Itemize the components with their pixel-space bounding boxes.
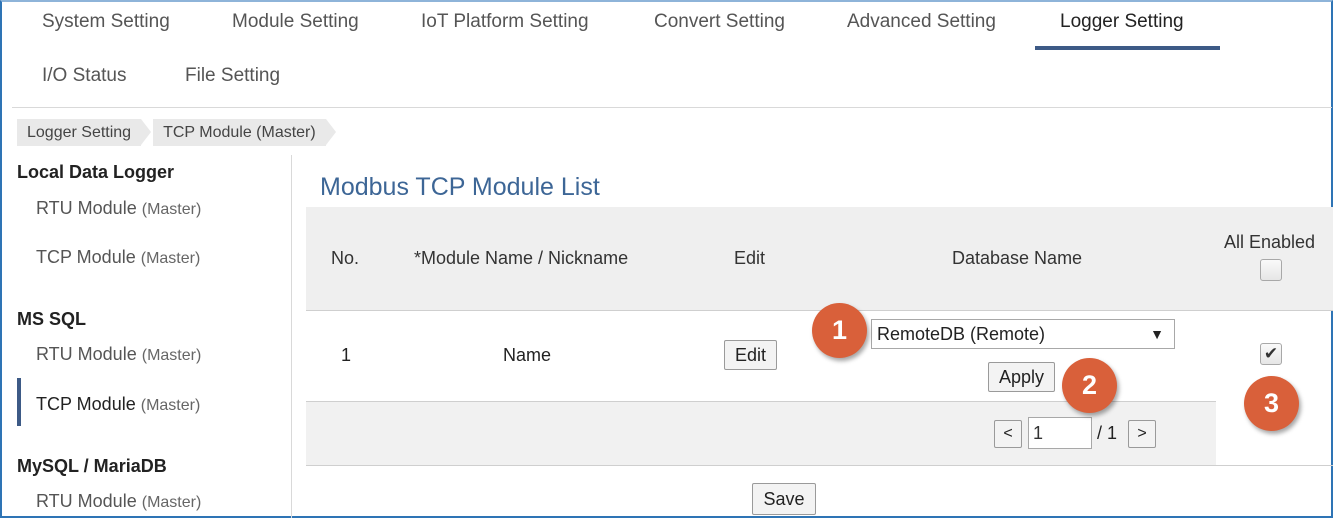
sidebar-item-mysql-rtu[interactable]: RTU Module (Master) [36, 491, 201, 512]
sidebar-group-local-data-logger: Local Data Logger [17, 162, 175, 182]
sidebar-item-label: TCP Module [36, 394, 136, 414]
divider [12, 107, 1332, 108]
row-number: 1 [341, 345, 352, 365]
tab-convert-setting[interactable]: Convert Setting [654, 11, 785, 33]
sidebar-item-sublabel: (Master) [140, 397, 201, 414]
page-number-input[interactable]: 1 [1028, 417, 1092, 449]
row-module-name: Name [503, 345, 552, 365]
sidebar-item-sublabel: (Master) [141, 201, 202, 218]
prev-page-button[interactable]: < [994, 420, 1022, 448]
sidebar: Local Data Logger RTU Module (Master) TC… [17, 155, 292, 518]
caret-down-icon: ▼ [1150, 326, 1164, 342]
page-title: Modbus TCP Module List [320, 173, 600, 201]
tab-system-setting[interactable]: System Setting [42, 11, 170, 33]
sidebar-item-label: RTU Module [36, 344, 137, 364]
column-header-edit: Edit [734, 248, 766, 268]
sidebar-active-indicator [17, 378, 21, 426]
tab-logger-setting[interactable]: Logger Setting [1060, 11, 1184, 33]
breadcrumb: Logger Setting TCP Module (Master) [17, 119, 338, 146]
sidebar-group-mysql-mariadb: MySQL / MariaDB [17, 456, 167, 476]
sidebar-item-mssql-tcp[interactable]: TCP Module (Master) [36, 394, 200, 415]
step-badge-3: 3 [1244, 376, 1299, 431]
tab-module-setting[interactable]: Module Setting [232, 11, 359, 33]
breadcrumb-tcp-module[interactable]: TCP Module (Master) [153, 119, 336, 146]
database-select[interactable]: RemoteDB (Remote) ▼ [871, 319, 1175, 349]
sidebar-item-sublabel: (Master) [141, 494, 202, 511]
active-tab-indicator [1035, 46, 1220, 50]
sidebar-item-sublabel: (Master) [141, 347, 202, 364]
page-total-label: / 1 [1097, 423, 1118, 443]
all-enabled-checkbox[interactable] [1260, 259, 1282, 281]
edit-button[interactable]: Edit [724, 340, 777, 370]
checkmark-icon: ✔ [1263, 344, 1279, 363]
sidebar-item-label: RTU Module [36, 491, 137, 511]
column-header-database-name: Database Name [952, 248, 1083, 268]
sidebar-item-label: RTU Module [36, 198, 137, 218]
sidebar-item-local-rtu[interactable]: RTU Module (Master) [36, 198, 201, 219]
column-header-no: No. [331, 248, 360, 268]
sidebar-item-mssql-rtu[interactable]: RTU Module (Master) [36, 344, 201, 365]
tab-bar: System Setting Module Setting IoT Platfo… [0, 0, 1333, 50]
sidebar-group-ms-sql: MS SQL [17, 309, 87, 329]
sidebar-item-local-tcp[interactable]: TCP Module (Master) [36, 247, 200, 268]
sidebar-item-sublabel: (Master) [140, 250, 201, 267]
tab-io-status[interactable]: I/O Status [42, 65, 126, 87]
step-badge-2: 2 [1062, 358, 1117, 413]
row-divider [306, 465, 1333, 466]
breadcrumb-logger-setting[interactable]: Logger Setting [17, 119, 152, 146]
save-button[interactable]: Save [752, 483, 816, 515]
tab-file-setting[interactable]: File Setting [185, 65, 280, 87]
sidebar-item-label: TCP Module [36, 247, 136, 267]
row-enabled-checkbox[interactable]: ✔ [1260, 343, 1282, 365]
step-badge-1: 1 [812, 303, 867, 358]
column-header-all-enabled: All Enabled [1224, 232, 1316, 252]
tab-iot-platform-setting[interactable]: IoT Platform Setting [421, 11, 589, 33]
next-page-button[interactable]: > [1128, 420, 1156, 448]
apply-button[interactable]: Apply [988, 362, 1055, 392]
tab-bar-second-row: I/O Status File Setting [0, 55, 1333, 105]
tab-advanced-setting[interactable]: Advanced Setting [847, 11, 996, 33]
column-header-module-name: *Module Name / Nickname [414, 248, 629, 268]
database-select-value: RemoteDB (Remote) [877, 324, 1046, 344]
